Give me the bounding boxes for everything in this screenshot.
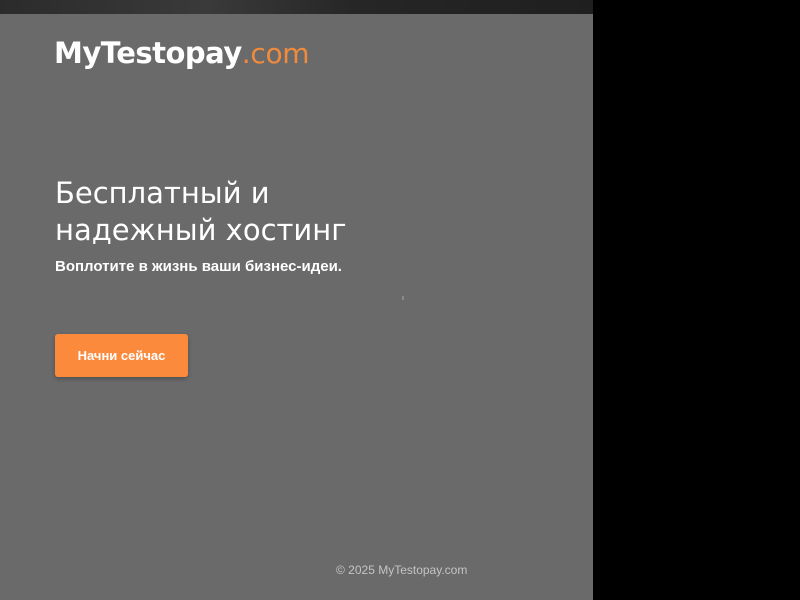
hero-headline-line2: надежный хостинг <box>55 213 347 247</box>
decorative-speck <box>402 296 404 300</box>
start-now-button[interactable]: Начни сейчас <box>55 334 188 377</box>
site-logo[interactable]: MyTestopay .com <box>54 36 310 76</box>
logo-domain: .com <box>241 37 310 70</box>
hero-panel: MyTestopay .com Бесплатный и надежный хос… <box>0 0 593 600</box>
hero-headline: Бесплатный и надежный хостинг <box>55 175 475 249</box>
logo-name: MyTestopay <box>54 36 242 70</box>
hero-subheadline: Воплотите в жизнь ваши бизнес-идеи. <box>55 258 342 275</box>
page: MyTestopay .com Бесплатный и надежный хос… <box>0 0 800 600</box>
hero-headline-line1: Бесплатный и <box>55 176 270 210</box>
footer-copyright: © 2025 MyTestopay.com <box>336 563 468 577</box>
background-image-strip <box>0 0 593 14</box>
